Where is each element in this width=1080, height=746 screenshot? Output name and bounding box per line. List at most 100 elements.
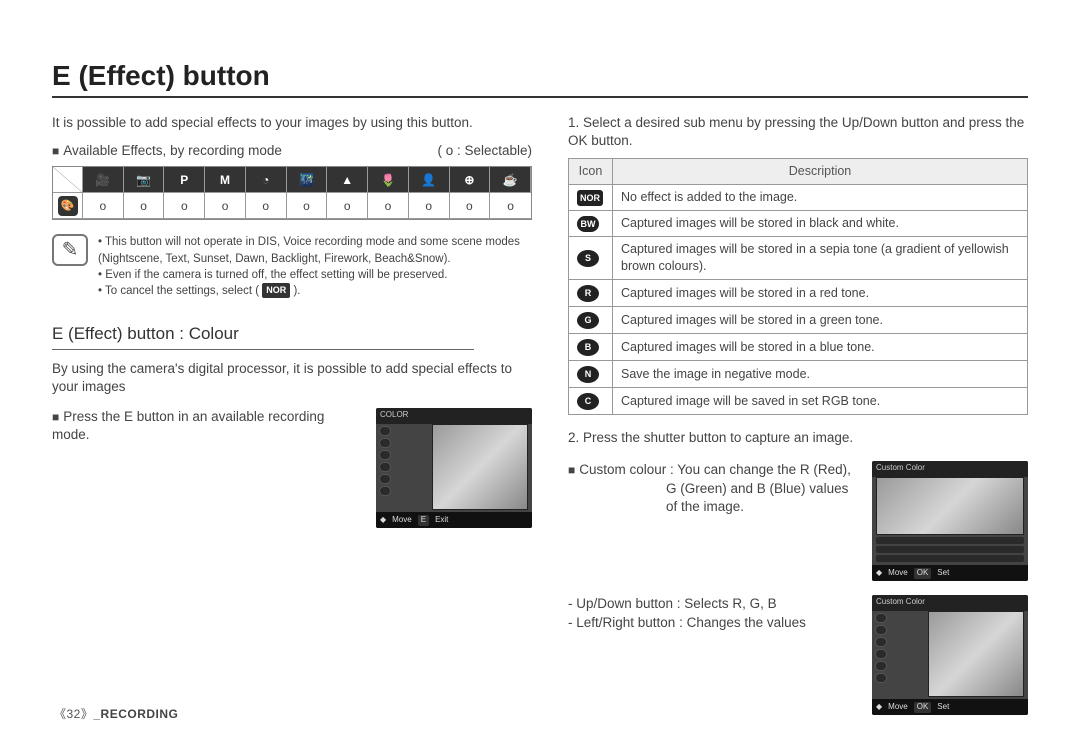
preview-option-icon [379,462,391,472]
note-line: This button will not operate in DIS, Voi… [98,234,532,266]
step-2: 2. Press the shutter button to capture a… [568,429,1028,447]
move-label: Move [888,702,908,713]
slider-r [876,537,1024,544]
preview-option-icon [379,438,391,448]
custom-colour-text: ■Custom colour : You can change the R (R… [568,461,858,479]
nor-badge-icon: NOR [262,283,290,298]
effect-icon-bw: BW [577,216,599,232]
effect-desc: Captured images will be stored in a red … [613,280,1028,307]
preview-option-icon [875,637,887,647]
th-desc: Description [613,159,1028,185]
ok-key-icon: OK [914,568,932,579]
preview-photo [876,477,1024,535]
available-label: ■Available Effects, by recording mode [52,142,282,160]
camera-preview-custom-2: Custom Color ◆ Move OK Set [872,595,1028,715]
page-footer: 《32》_RECORDING [54,705,178,722]
effect-desc: Captured images will be stored in a sepi… [613,237,1028,280]
preview-title: Custom Color [872,461,1028,477]
mode-mark: o [368,193,409,219]
effect-desc: Save the image in negative mode. [613,361,1028,388]
effect-icon-blue: B [577,339,599,356]
colour-intro: By using the camera's digital processor,… [52,360,532,396]
section-label: _RECORDING [93,707,178,721]
table-row: NOR No effect is added to the image. [569,185,1028,211]
preview-option-icon [875,613,887,623]
mode-mark: o [287,193,328,219]
mode-grid: 🎥 📷 P M ◔ 🌃 ▲ 🌷 👤 ⊕ ☕ 🎨 o o o o o o o o [52,166,532,220]
mode-icon: 📷 [124,167,165,193]
page-number: 《32》 [54,707,93,721]
mode-mark: o [205,193,246,219]
effect-desc: Captured images will be stored in a blue… [613,334,1028,361]
step-1: 1. Select a desired sub menu by pressing… [568,114,1028,150]
palette-row-icon: 🎨 [53,193,83,219]
preview-option-icon [379,450,391,460]
note-line: To cancel the settings, select ( NOR ). [98,283,532,299]
preview-title: Custom Color [872,595,1028,611]
exit-key-icon: E [418,515,429,526]
table-row: B Captured images will be stored in a blu… [569,334,1028,361]
mode-mark: o [409,193,450,219]
mode-icon: ☕ [490,167,531,193]
preview-option-icon [875,661,887,671]
camera-preview-custom: Custom Color ◆ Move OK Set [872,461,1028,581]
preview-photo [928,611,1024,697]
custom-colour-text-2: G (Green) and B (Blue) values of the ima… [568,480,858,516]
mode-icon: ⊕ [450,167,491,193]
effect-icon-nor: NOR [577,190,603,206]
preview-title: COLOR [376,408,532,424]
set-label: Set [937,568,949,579]
selectable-legend: ( o : Selectable) [437,142,532,160]
mode-grid-corner [53,167,83,193]
move-label: Move [888,568,908,579]
effect-icon-green: G [577,312,599,329]
th-icon: Icon [569,159,613,185]
preview-photo [432,424,528,510]
effect-icon-negative: N [577,366,599,383]
effect-desc: Captured images will be stored in black … [613,211,1028,237]
intro-text: It is possible to add special effects to… [52,114,532,132]
slider-b [876,555,1024,562]
mode-icon: 🌃 [287,167,328,193]
mode-mark: o [83,193,124,219]
mode-mark: o [246,193,287,219]
mode-icon: 👤 [409,167,450,193]
press-e-instruction: ■Press the E button in an available reco… [52,408,362,444]
note-icon: ✎ [52,234,88,266]
table-row: BW Captured images will be stored in blac… [569,211,1028,237]
table-row: CCaptured image will be saved in set RGB… [569,388,1028,415]
mode-mark: o [450,193,491,219]
preview-option-icon [875,625,887,635]
preview-option-icon [379,486,391,496]
effect-desc: Captured image will be saved in set RGB … [613,388,1028,415]
effect-table: Icon Description NOR No effect is added t… [568,158,1028,415]
right-column: 1. Select a desired sub menu by pressing… [568,114,1028,715]
left-column: It is possible to add special effects to… [52,114,532,715]
colour-subheading: E (Effect) button : Colour [52,323,474,350]
leftright-instruction: - Left/Right button : Changes the values [568,614,858,632]
table-row: G Captured images will be stored in a gre… [569,307,1028,334]
exit-label: Exit [435,515,448,526]
ok-key-icon: OK [914,702,932,713]
mode-icon: M [205,167,246,193]
effect-icon-red: R [577,285,599,302]
camera-preview-colour: COLOR ◆ Move E Exit [376,408,532,528]
mode-mark: o [490,193,531,219]
preview-option-icon [875,673,887,683]
table-row: S Captured images will be stored in a sep… [569,237,1028,280]
effect-icon-sepia: S [577,250,599,267]
effect-desc: No effect is added to the image. [613,185,1028,211]
updown-instruction: - Up/Down button : Selects R, G, B [568,595,858,613]
preview-option-icon [379,426,391,436]
mode-mark: o [327,193,368,219]
table-row: N Save the image in negative mode. [569,361,1028,388]
note-line: Even if the camera is turned off, the ef… [98,267,532,283]
effect-desc: Captured images will be stored in a gree… [613,307,1028,334]
preview-option-icon [379,474,391,484]
mode-mark: o [164,193,205,219]
preview-option-icon [875,649,887,659]
mode-icon: 🎥 [83,167,124,193]
arrow-icon: ◆ [876,702,882,713]
arrow-icon: ◆ [876,568,882,579]
mode-icon: P [164,167,205,193]
